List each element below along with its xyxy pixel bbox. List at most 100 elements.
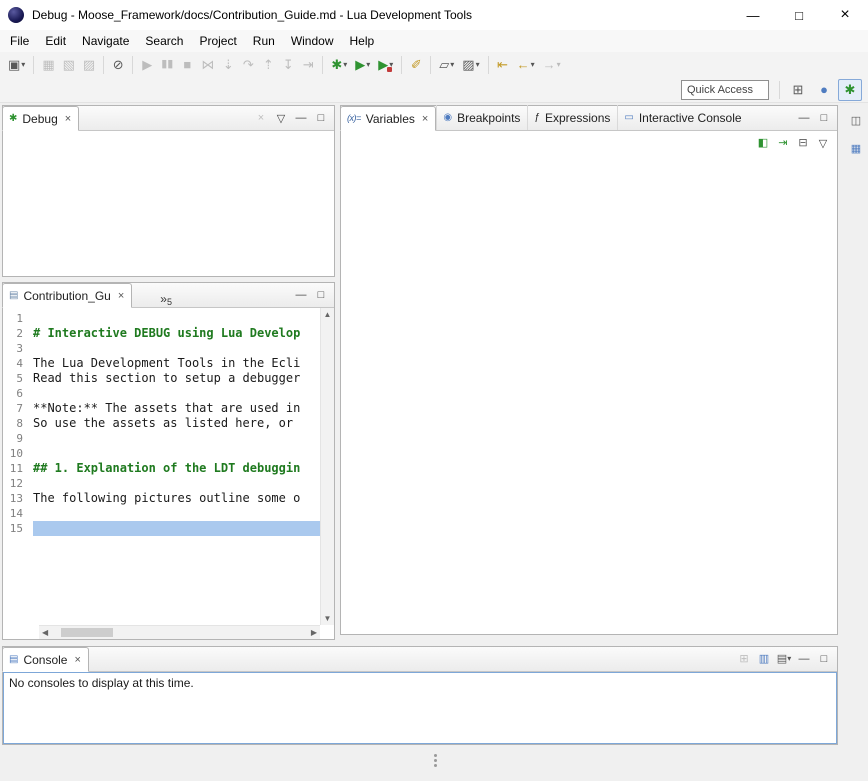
line-number[interactable]: 5	[3, 371, 33, 386]
open-resource-button[interactable]: ▨ ▾	[458, 54, 483, 76]
drop-to-frame-button[interactable]: ↧	[278, 54, 298, 76]
line-number[interactable]: 6	[3, 386, 33, 401]
line-number[interactable]: 9	[3, 431, 33, 446]
editor-horizontal-scrollbar[interactable]: ◀ ▶	[39, 625, 320, 639]
minimize-variables-view-button[interactable]: —	[794, 108, 814, 128]
menu-help[interactable]: Help	[342, 31, 383, 51]
minimize-window-button[interactable]: —	[730, 0, 776, 30]
line-number[interactable]: 14	[3, 506, 33, 521]
collapse-all-button[interactable]: ⊟	[793, 133, 813, 153]
new-button[interactable]: ▣ ▾	[4, 54, 29, 76]
scroll-up-icon[interactable]: ▲	[321, 308, 334, 321]
debug-button[interactable]: ✱ ▾	[327, 54, 351, 76]
line-text[interactable]: # Interactive DEBUG using Lua Develop	[33, 326, 320, 341]
menu-window[interactable]: Window	[283, 31, 342, 51]
external-tools-button[interactable]: ▶ ▾	[374, 54, 397, 76]
line-text[interactable]	[33, 446, 320, 461]
step-over-button[interactable]: ↷	[238, 54, 258, 76]
ldt-perspective-button[interactable]: ●	[812, 79, 836, 101]
menu-file[interactable]: File	[2, 31, 37, 51]
save-button[interactable]: ▦	[38, 54, 58, 76]
quick-access-input[interactable]	[681, 80, 769, 100]
line-text[interactable]	[33, 506, 320, 521]
line-number[interactable]: 2	[3, 326, 33, 341]
tab-breakpoints[interactable]: ◉ Breakpoints	[436, 105, 527, 130]
tab-expressions[interactable]: ƒ Expressions	[527, 105, 617, 130]
line-text[interactable]	[33, 476, 320, 491]
line-number[interactable]: 11	[3, 461, 33, 476]
scroll-left-icon[interactable]: ◀	[39, 626, 51, 639]
minimize-console-button[interactable]: —	[794, 649, 814, 669]
minimize-editor-button[interactable]: —	[291, 285, 311, 305]
line-text[interactable]: So use the assets as listed here, or	[33, 416, 320, 431]
maximize-window-button[interactable]: □	[776, 0, 822, 30]
debug-perspective-button[interactable]: ✱	[838, 79, 862, 101]
step-return-button[interactable]: ⇡	[258, 54, 278, 76]
line-number[interactable]: 13	[3, 491, 33, 506]
line-number[interactable]: 1	[3, 311, 33, 326]
line-text[interactable]	[33, 431, 320, 446]
close-editor-tab[interactable]: ×	[118, 290, 124, 302]
close-variables-tab[interactable]: ×	[422, 113, 428, 125]
variables-view-menu-button[interactable]: ▽	[813, 133, 833, 153]
sash-handle[interactable]	[434, 754, 437, 757]
show-view-button[interactable]: ▦	[846, 139, 866, 159]
tab-contribution-guide[interactable]: ▤ Contribution_Gu ×	[2, 283, 132, 308]
suspend-button[interactable]: ▮▮	[157, 54, 177, 76]
save-all-button[interactable]: ▧	[59, 54, 79, 76]
line-number[interactable]: 4	[3, 356, 33, 371]
terminate-button[interactable]: ■	[177, 54, 197, 76]
run-button[interactable]: ▶ ▾	[351, 54, 374, 76]
line-text[interactable]	[33, 311, 320, 326]
debug-view-menu-button[interactable]: ▽	[271, 108, 291, 128]
restore-view-button[interactable]: ◫	[846, 111, 866, 131]
close-debug-tab[interactable]: ×	[65, 113, 71, 125]
tab-console[interactable]: ▤ Console ×	[2, 647, 89, 672]
line-number[interactable]: 8	[3, 416, 33, 431]
menu-run[interactable]: Run	[245, 31, 283, 51]
maximize-debug-view-button[interactable]: □	[311, 108, 331, 128]
horizontal-scrollbar-thumb[interactable]	[61, 628, 113, 637]
line-number[interactable]: 12	[3, 476, 33, 491]
minimize-debug-view-button[interactable]: —	[291, 108, 311, 128]
use-step-filters-button[interactable]: ⇥	[298, 54, 318, 76]
maximize-editor-button[interactable]: □	[311, 285, 331, 305]
maximize-variables-view-button[interactable]: □	[814, 108, 834, 128]
open-console-button[interactable]: ⊞	[734, 649, 754, 669]
disconnect-button[interactable]: ⋈	[197, 54, 218, 76]
scroll-right-icon[interactable]: ▶	[308, 626, 320, 639]
tab-debug[interactable]: ✱ Debug ×	[2, 106, 79, 131]
forward-button[interactable]: → ▾	[539, 54, 565, 76]
editor-vertical-scrollbar[interactable]: ▲ ▼	[320, 308, 334, 625]
menu-project[interactable]: Project	[191, 31, 244, 51]
display-selected-console-button[interactable]: ▥	[754, 649, 774, 669]
tab-interactive-console[interactable]: ▭ Interactive Console	[617, 105, 748, 130]
step-into-button[interactable]: ⇣	[218, 54, 238, 76]
menu-navigate[interactable]: Navigate	[74, 31, 137, 51]
back-button[interactable]: ← ▾	[513, 54, 539, 76]
editor-text-area[interactable]: 1 2# Interactive DEBUG using Lua Develop…	[3, 308, 320, 625]
menu-search[interactable]: Search	[137, 31, 191, 51]
last-edit-location-button[interactable]: ⇤	[493, 54, 513, 76]
resume-button[interactable]: ▶	[137, 54, 157, 76]
line-number[interactable]: 15	[3, 521, 33, 536]
hidden-editors-chevron[interactable]: » 5	[160, 288, 172, 307]
open-type-button[interactable]: ▱ ▾	[435, 54, 458, 76]
maximize-console-button[interactable]: □	[814, 649, 834, 669]
line-number[interactable]: 7	[3, 401, 33, 416]
menu-edit[interactable]: Edit	[37, 31, 74, 51]
close-window-button[interactable]: ×	[822, 0, 868, 30]
line-text[interactable]: ## 1. Explanation of the LDT debuggin	[33, 461, 320, 476]
print-button[interactable]: ▨	[79, 54, 99, 76]
line-number[interactable]: 10	[3, 446, 33, 461]
line-number[interactable]: 3	[3, 341, 33, 356]
show-type-names-button[interactable]: ⇥	[773, 133, 793, 153]
open-perspective-button[interactable]: ⊞	[786, 79, 810, 101]
scroll-down-icon[interactable]: ▼	[321, 612, 334, 625]
line-text[interactable]: The following pictures outline some o	[33, 491, 320, 506]
skip-all-breakpoints-button[interactable]: ⊘	[108, 54, 128, 76]
new-console-button[interactable]: ▤ ▾	[774, 649, 794, 669]
line-text[interactable]	[33, 341, 320, 356]
line-text[interactable]: **Note:** The assets that are used in	[33, 401, 320, 416]
close-console-tab[interactable]: ×	[74, 654, 80, 666]
